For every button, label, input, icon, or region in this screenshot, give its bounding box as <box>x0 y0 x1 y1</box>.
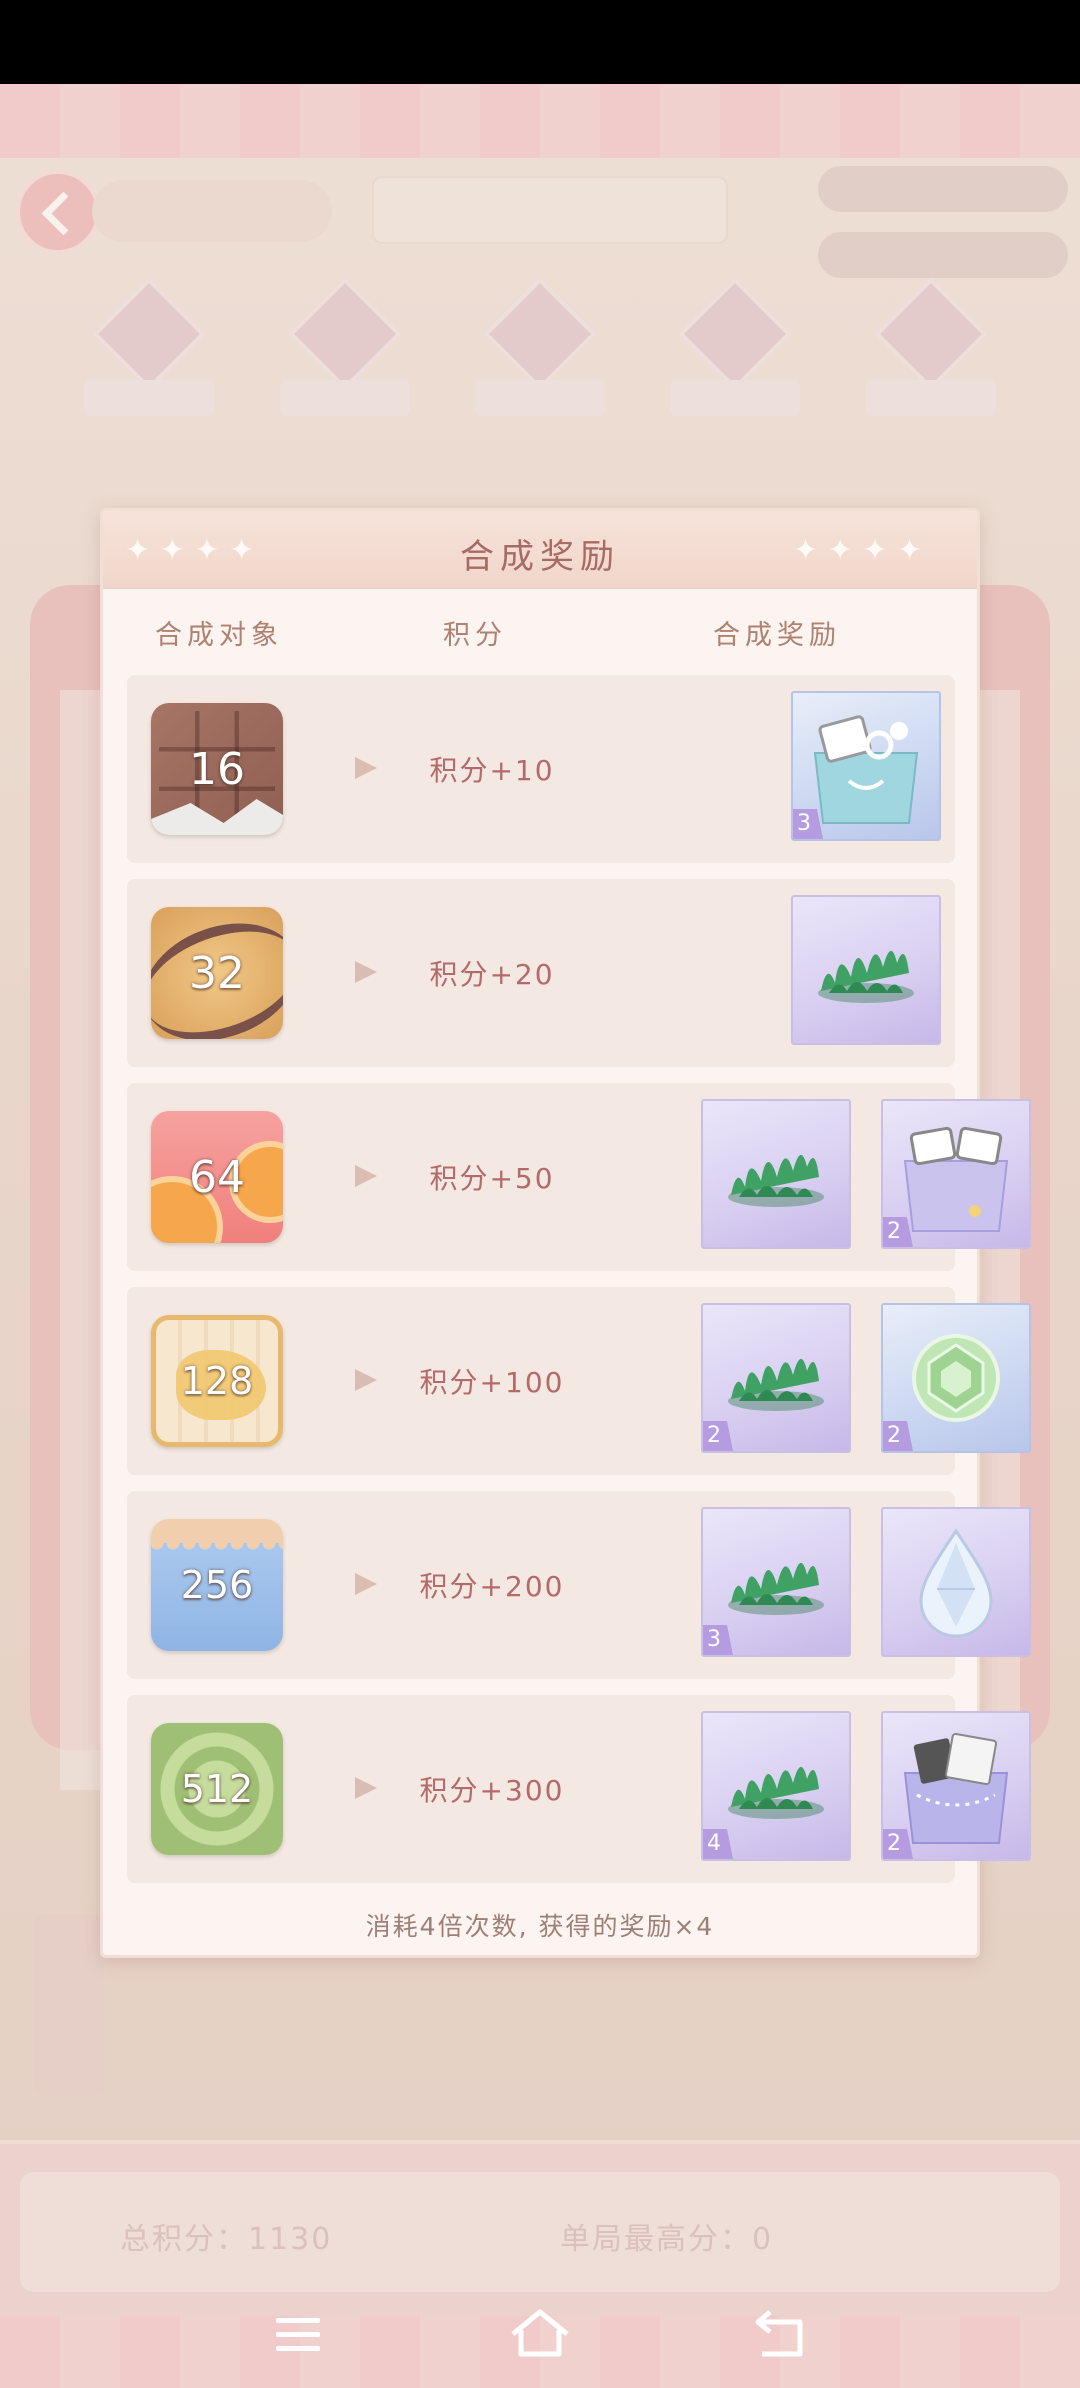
reward-row: 32 积分+20 <box>127 879 955 1067</box>
tile-512-matcha-roll: 512 <box>151 1723 283 1855</box>
reward-row: 16 积分+10 3 <box>127 675 955 863</box>
reward-item[interactable]: 2 <box>881 1303 1031 1453</box>
points-value: 积分+200 <box>419 1570 565 1603</box>
column-header-reward: 合成奖励 <box>713 620 841 651</box>
green-plant-icon <box>728 1154 824 1207</box>
reward-item[interactable] <box>791 895 941 1045</box>
points-value: 积分+300 <box>419 1774 565 1807</box>
reward-item[interactable]: 2 <box>881 1099 1031 1249</box>
diamond-drop-icon <box>919 1528 993 1638</box>
points-value: 积分+10 <box>429 754 555 787</box>
reward-item[interactable] <box>881 1507 1031 1657</box>
tile-128-waffle: 128 <box>151 1315 283 1447</box>
home-button[interactable] <box>505 2304 575 2364</box>
column-header-target: 合成对象 <box>155 620 283 651</box>
system-nav-bar <box>0 2284 1080 2388</box>
back-nav-button[interactable] <box>746 2304 816 2364</box>
reward-row: 512 积分+300 4 2 <box>127 1695 1031 1883</box>
reward-item[interactable]: 2 <box>881 1711 1031 1861</box>
tile-256-blue-cake: 256 <box>151 1519 283 1651</box>
arrow-right-icon <box>355 757 377 779</box>
points-value: 积分+50 <box>429 1162 555 1195</box>
tile-32-cookie: 32 <box>151 907 283 1039</box>
reward-item[interactable]: 2 <box>701 1303 851 1453</box>
green-plant-icon <box>818 950 914 1003</box>
arrow-right-icon <box>355 1573 377 1595</box>
arrow-right-icon <box>355 1165 377 1187</box>
home-icon <box>511 2309 569 2357</box>
recent-apps-button[interactable] <box>262 2304 332 2364</box>
back-arrow-icon <box>755 2310 803 2357</box>
arrow-right-icon <box>355 1777 377 1799</box>
tile-64-orange-drink: 64 <box>151 1111 283 1243</box>
footer-note: 消耗4倍次数, 获得的奖励×4 <box>365 1912 715 1941</box>
points-value: 积分+20 <box>429 958 555 991</box>
tile-16-chocolate: 16 <box>151 703 283 835</box>
merge-reward-dialog: ✦ ✦ ✦ ✦ 合成奖励 ✦ ✦ ✦ ✦ 合成对象 积分 合成奖励 16 积分+… <box>100 508 1031 1958</box>
column-header-points: 积分 <box>443 620 507 651</box>
points-value: 积分+100 <box>419 1366 565 1399</box>
status-bar <box>0 0 1080 84</box>
reward-row: 128 积分+100 2 2 <box>127 1287 1031 1475</box>
reward-row: 256 积分+200 3 <box>127 1491 1031 1679</box>
reward-item[interactable]: 3 <box>701 1507 851 1657</box>
sparkle-icon: ✦ ✦ ✦ ✦ <box>793 533 923 568</box>
arrow-right-icon <box>355 1369 377 1391</box>
reward-item[interactable] <box>701 1099 851 1249</box>
reward-item[interactable]: 3 <box>791 691 941 841</box>
dialog-header: ✦ ✦ ✦ ✦ 合成奖励 ✦ ✦ ✦ ✦ <box>103 511 977 589</box>
reward-item[interactable]: 4 <box>701 1711 851 1861</box>
arrow-right-icon <box>355 961 377 983</box>
reward-row: 64 积分+50 2 <box>127 1083 1031 1271</box>
